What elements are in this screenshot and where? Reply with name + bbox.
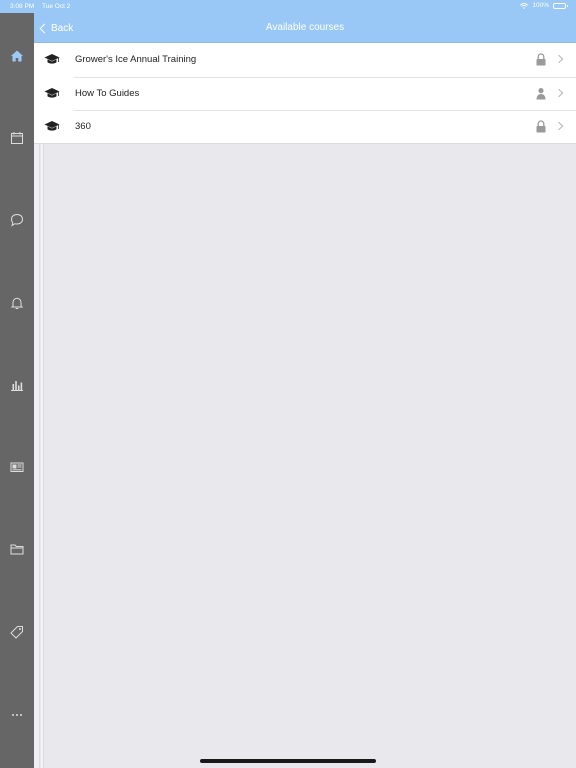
chevron-right-icon bbox=[554, 121, 564, 131]
course-title: Grower's Ice Annual Training bbox=[75, 54, 197, 65]
newspaper-icon[interactable] bbox=[8, 458, 26, 476]
header-bar: 3:08 PM Tue Oct 2 100% Back Available co… bbox=[0, 0, 576, 43]
wifi-icon bbox=[520, 2, 529, 9]
course-title: 360 bbox=[75, 121, 91, 132]
course-title: How To Guides bbox=[75, 87, 140, 99]
split-divider-inner bbox=[41, 143, 44, 768]
chat-icon[interactable] bbox=[8, 211, 26, 229]
course-row[interactable]: Grower's Ice Annual Training bbox=[34, 43, 576, 77]
more-icon[interactable] bbox=[8, 706, 26, 724]
lock-icon bbox=[536, 53, 546, 66]
course-row[interactable]: 360 bbox=[34, 110, 576, 144]
chevron-right-icon bbox=[554, 54, 564, 64]
status-bar: 3:08 PM Tue Oct 2 100% bbox=[0, 0, 576, 13]
bar-chart-icon[interactable] bbox=[8, 376, 26, 394]
status-date: Tue Oct 2 bbox=[42, 3, 71, 10]
graduation-cap-icon bbox=[44, 87, 60, 98]
graduation-cap-icon bbox=[44, 54, 60, 64]
home-indicator[interactable] bbox=[200, 759, 376, 763]
chevron-right-icon bbox=[554, 88, 564, 97]
split-divider bbox=[34, 43, 40, 768]
list-bottom-border bbox=[34, 143, 576, 144]
sidebar bbox=[0, 13, 34, 768]
person-icon bbox=[536, 87, 546, 99]
tag-icon[interactable] bbox=[8, 623, 26, 641]
home-icon[interactable] bbox=[8, 47, 26, 65]
status-right: 100% bbox=[520, 2, 568, 9]
navigation-bar: Back Available courses bbox=[34, 13, 576, 43]
lock-icon bbox=[536, 120, 546, 133]
status-time: 3:08 PM bbox=[10, 3, 35, 10]
bell-icon[interactable] bbox=[8, 294, 26, 312]
battery-icon bbox=[553, 2, 568, 9]
course-list: Grower's Ice Annual Training How To Guid… bbox=[34, 43, 576, 144]
page-title: Available courses bbox=[265, 22, 345, 33]
battery-percent: 100% bbox=[532, 2, 549, 9]
folder-icon[interactable] bbox=[8, 540, 26, 558]
graduation-cap-icon bbox=[44, 121, 60, 131]
calendar-icon[interactable] bbox=[8, 129, 26, 147]
course-row[interactable]: How To Guides bbox=[34, 76, 576, 111]
